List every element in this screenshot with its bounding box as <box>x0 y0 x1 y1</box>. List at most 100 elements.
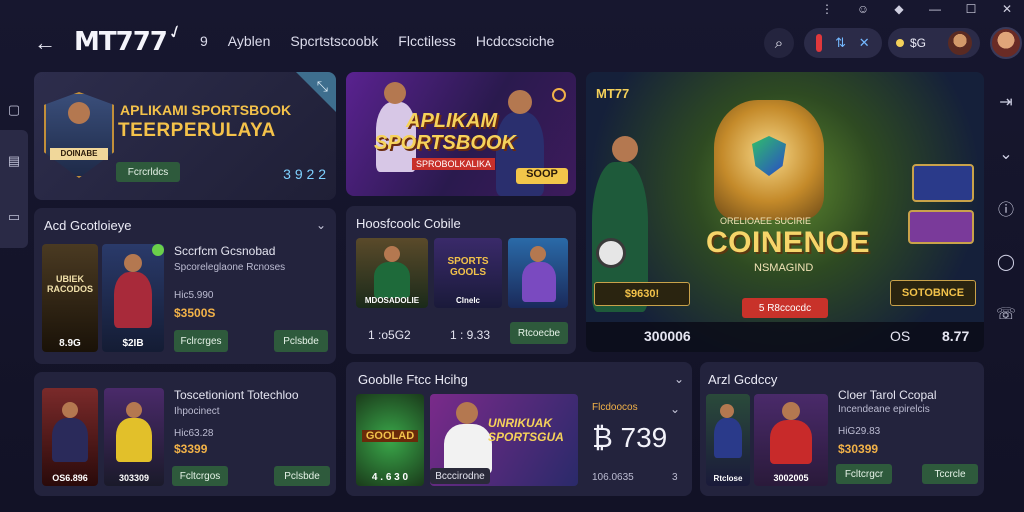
mascot-badge-label: DOINABE <box>50 148 108 160</box>
lock-badge-icon <box>596 238 626 268</box>
card-e-meta: HiG29.83 <box>838 426 881 437</box>
coin-icon <box>896 39 904 47</box>
card-featured-c: OS6.896 303309 Toscetioniont Totechloo I… <box>34 372 336 496</box>
nav-item[interactable]: Hcdccsciche <box>476 33 555 49</box>
card-a-title: Acd Gcotloieye <box>44 218 132 233</box>
card-a-thumb-1[interactable]: UBIEK RACODOS 8.9G <box>42 244 98 352</box>
card-a-thumb-2[interactable]: $2IB <box>102 244 164 352</box>
card-e-thumb-1[interactable]: Rtclose <box>706 394 750 486</box>
app-window: ⋮ ☺ ◆ — ☐ ✕ ← MT777 ✓ 9 Ayblen Spcrtstsc… <box>0 0 1024 512</box>
card-e-thumb-2[interactable]: 3002005 <box>754 394 828 486</box>
card-e-button-2[interactable]: Tccrcle <box>922 464 978 484</box>
thumb-b3-player <box>522 262 556 302</box>
card-c-sub: Ihpocinect <box>174 406 220 417</box>
thumb-2-player <box>114 272 152 328</box>
chevron-down-icon[interactable]: ⌄ <box>670 402 680 416</box>
back-arrow-icon[interactable]: ← <box>34 30 56 56</box>
card-c-thumb-1[interactable]: OS6.896 <box>42 388 98 486</box>
card-c-thumb-2[interactable]: 303309 <box>104 388 164 486</box>
hero-right-title: COINENOE <box>706 226 871 259</box>
card-d-badge-thumb[interactable]: GOOLAD 4 . 6 3 0 <box>356 394 424 486</box>
card-b-thumb-2[interactable]: SPORTS GOOLS Clnelc <box>434 238 502 308</box>
thumb-b3-head <box>530 246 546 262</box>
card-d-player-head <box>456 402 478 424</box>
chevron-circle-icon[interactable]: ⌄ <box>999 144 1012 164</box>
card-b-button[interactable]: Rtcoecbe <box>510 322 568 344</box>
rail-lock-icon[interactable]: ▢ <box>0 90 28 130</box>
sports-gools-badge: SPORTS GOOLS <box>447 256 489 278</box>
card-c-price: $3399 <box>174 442 208 456</box>
hero-right-left-stat: 300006 <box>644 328 691 344</box>
card-e-price: $30399 <box>838 442 879 456</box>
maximize-icon[interactable]: ☐ <box>964 2 978 16</box>
pin-icon[interactable]: ◆ <box>892 2 906 16</box>
more-icon[interactable]: ⋮ <box>820 2 834 16</box>
card-a-button-1[interactable]: Fclrcrges <box>174 330 228 352</box>
card-d-side-label: Flcdoocos <box>592 402 638 413</box>
card-e-title: Arzl Gcdccy <box>708 372 778 387</box>
nav-item[interactable]: Flcctiless <box>398 33 456 49</box>
thumb-c2-player <box>116 418 152 462</box>
card-e-button-1[interactable]: Fcltcrgcr <box>836 464 892 484</box>
feedback-icon[interactable]: ☺ <box>856 2 870 16</box>
hero-left-line1: APLIKAMI SPORTSBOOK <box>120 102 292 118</box>
player-head <box>384 82 406 104</box>
card-c-button-1[interactable]: Fcltcrgos <box>172 466 228 486</box>
card-a-price: $3500S <box>174 306 216 320</box>
search-button[interactable]: ⌕ <box>764 28 794 58</box>
right-rail: ⇥ ⌄ ⓘ ◯ ☏ <box>988 92 1024 324</box>
hero-mid-corner-icon[interactable] <box>552 88 566 102</box>
search-icon: ⌕ <box>774 34 784 52</box>
hero-right-right-label: OS <box>890 328 911 344</box>
hero-right-logo: MT77 <box>596 86 630 101</box>
hero-right-btn1[interactable]: $9630! <box>594 282 690 306</box>
hero-left-button[interactable]: Fcrcrldcs <box>116 162 180 182</box>
exit-icon[interactable]: ⇥ <box>999 92 1012 112</box>
balance-pill[interactable]: $G <box>888 28 980 58</box>
thumb-2-head <box>124 254 142 272</box>
card-e-item-title: Cloer Tarol Ccopal <box>838 388 937 402</box>
card-a-button-2[interactable]: Pclsbde <box>274 330 328 352</box>
thumb-e1-caption: Rtclose <box>713 474 743 483</box>
top-header: ← MT777 ✓ 9 Ayblen Spcrtstscoobk Flcctil… <box>0 20 1024 62</box>
hero-banner-mid[interactable]: APLIKAM SPORTSBOOK SPROBOLKALIKA SOOP <box>346 72 576 196</box>
nav-item-sportsbook[interactable]: Spcrtstscoobk <box>290 33 378 49</box>
player-left-head <box>612 136 638 162</box>
rail-active-group[interactable]: ▤ ▭ <box>0 130 28 248</box>
balance-value: $G <box>910 36 927 50</box>
chat-icon[interactable]: ◯ <box>997 252 1015 272</box>
window-controls: ⋮ ☺ ◆ — ☐ ✕ <box>820 0 1014 18</box>
close-icon[interactable]: ✕ <box>1000 2 1014 16</box>
nav-item[interactable]: Ayblen <box>228 33 271 49</box>
info-icon[interactable]: ⓘ <box>998 196 1014 220</box>
minimize-icon[interactable]: — <box>928 2 942 16</box>
rail-monitor-icon[interactable]: ▭ <box>8 209 20 225</box>
thumb-b1-head <box>384 246 400 262</box>
card-d-big-value: ₿ 739 <box>592 422 668 453</box>
card-b-score-1: 1 :o5G2 <box>368 328 411 342</box>
thumb-2-value: $2IB <box>122 338 144 349</box>
app-logo[interactable]: MT777 <box>74 27 168 57</box>
support-icon[interactable]: ☏ <box>996 304 1016 324</box>
thumb-b1-player <box>374 262 410 298</box>
hero-right-btn2[interactable]: 5 R8ccocdc <box>742 298 828 318</box>
card-b-thumb-3[interactable] <box>508 238 568 308</box>
thumb-c1-head <box>62 402 78 418</box>
thumb-e1-player <box>714 418 742 458</box>
card-b-thumb-1[interactable]: MDOSADOLIE <box>356 238 428 308</box>
card-d-button[interactable]: Bcccirodne <box>430 468 490 484</box>
chevron-down-icon[interactable]: ⌄ <box>316 218 326 232</box>
rail-wallet-icon[interactable]: ▤ <box>8 153 20 169</box>
status-pill[interactable]: ⇅ ✕ <box>804 28 882 58</box>
chevron-down-icon[interactable]: ⌄ <box>674 372 684 386</box>
tools-icon: ✕ <box>858 35 870 50</box>
user-avatar[interactable] <box>990 27 1022 59</box>
card-d-foot-num: 3 <box>672 472 678 483</box>
hero-right-btn3[interactable]: SOTOBNCE <box>890 280 976 306</box>
hero-banner-left[interactable]: ⤡ DOINABE APLIKAMI SPORTSBOOK TEERPERULA… <box>34 72 336 200</box>
card-d-banner-text: UNRIKUAK SPORTSGUA <box>488 416 564 444</box>
hero-left-value: 3 9 2 2 <box>283 166 326 182</box>
nav-item[interactable]: 9 <box>200 33 208 49</box>
card-c-button-2[interactable]: Pclsbde <box>274 466 330 486</box>
hero-banner-right[interactable]: MT77 ORELIOAEE SUCIRIE COINENOE NSMAGIND… <box>586 72 984 352</box>
